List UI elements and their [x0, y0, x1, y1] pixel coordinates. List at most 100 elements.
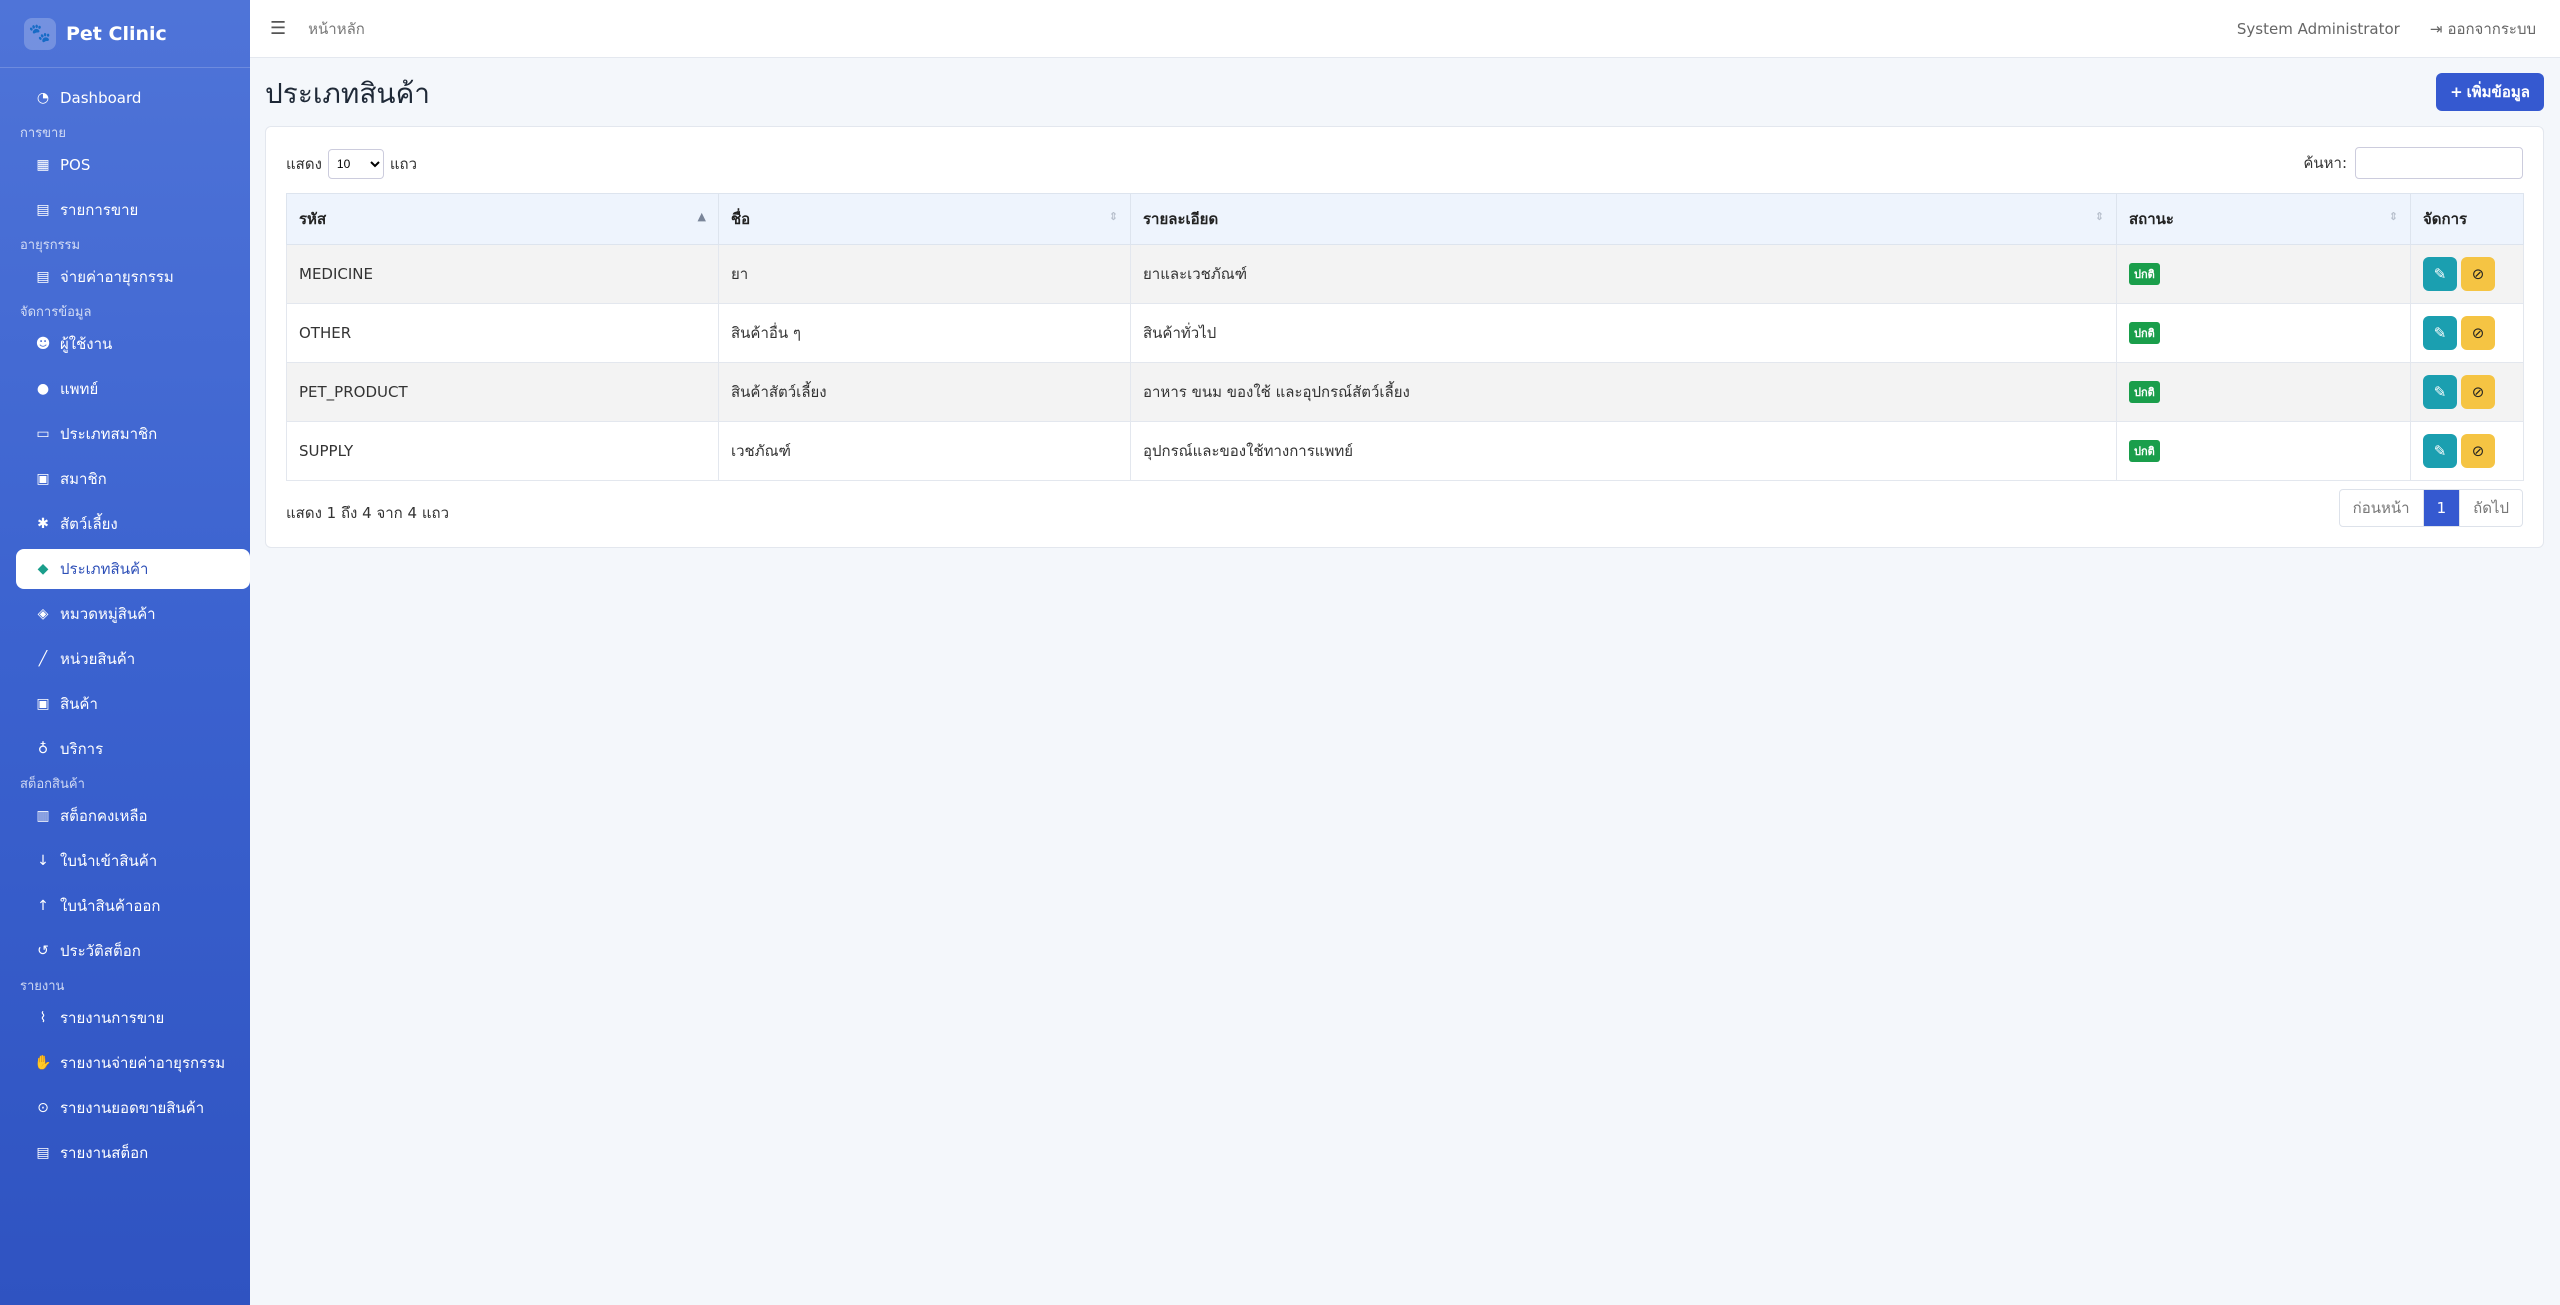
- sidebar-item-label: สินค้า: [60, 695, 98, 713]
- ban-icon: ⊘: [2471, 383, 2485, 401]
- edit-button[interactable]: ✎: [2423, 434, 2457, 468]
- table-row: SUPPLY เวชภัณฑ์ อุปกรณ์และของใช้ทางการแพ…: [286, 421, 2524, 481]
- sidebar-item-label: รายงานจ่ายค่าอายุรกรรม: [60, 1054, 226, 1072]
- sidebar-item-stock-history[interactable]: ↺ ประวัติสต็อก: [16, 931, 250, 971]
- plus-icon: +: [2450, 83, 2463, 101]
- edit-button[interactable]: ✎: [2423, 316, 2457, 350]
- sidebar-item-label: สมาชิก: [60, 470, 107, 488]
- col-name[interactable]: ชื่อ ⇕: [718, 193, 1131, 245]
- edit-button[interactable]: ✎: [2423, 375, 2457, 409]
- history-icon: ↺: [37, 943, 49, 959]
- stethoscope-icon: ♁: [37, 741, 49, 757]
- sidebar-item-users[interactable]: ☻ ผู้ใช้งาน: [16, 324, 250, 364]
- brand-name: Pet Clinic: [66, 22, 167, 45]
- sidebar-item-label: จ่ายค่าอายุรกรรม: [60, 268, 174, 286]
- cell-status: ปกติ: [2116, 362, 2411, 422]
- sidebar-item-doctors[interactable]: ● แพทย์: [16, 369, 250, 409]
- col-detail[interactable]: รายละเอียด ⇕: [1130, 193, 2117, 245]
- user-name[interactable]: System Administrator: [2237, 20, 2400, 38]
- sidebar-item-report-fee[interactable]: ✋ รายงานจ่ายค่าอายุรกรรม: [16, 1043, 250, 1083]
- disable-button[interactable]: ⊘: [2461, 375, 2495, 409]
- sidebar-item-label: บริการ: [60, 740, 104, 758]
- sidebar-item-product-types[interactable]: ◆ ประเภทสินค้า: [16, 549, 250, 589]
- search-input[interactable]: [2355, 147, 2523, 179]
- cell-detail: ยาและเวชภัณฑ์: [1130, 244, 2117, 304]
- ban-icon: ⊘: [2471, 265, 2485, 283]
- sidebar-item-pets[interactable]: ✱ สัตว์เลี้ยง: [16, 504, 250, 544]
- sidebar-item-label: ประเภทสมาชิก: [60, 425, 158, 443]
- sidebar-item-label: สัตว์เลี้ยง: [60, 515, 118, 533]
- sidebar-item-pos[interactable]: ▦ POS: [16, 145, 250, 185]
- page-length: แสดง 10 แถว: [286, 149, 417, 179]
- sidebar-item-stock-out[interactable]: ↑ ใบนำสินค้าออก: [16, 886, 250, 926]
- sidebar-item-pay-fee[interactable]: ▤ จ่ายค่าอายุรกรรม: [16, 257, 250, 297]
- paw-icon: ✱: [37, 516, 49, 532]
- edit-button[interactable]: ✎: [2423, 257, 2457, 291]
- search-label: ค้นหา:: [2303, 154, 2347, 172]
- clipboard-icon: ▤: [36, 1145, 50, 1161]
- add-button[interactable]: + เพิ่มข้อมูล: [2436, 73, 2544, 111]
- sidebar-item-product-units[interactable]: ╱ หน่วยสินค้า: [16, 639, 250, 679]
- sidebar-item-label: สต็อกคงเหลือ: [60, 807, 148, 825]
- table-row: PET_PRODUCT สินค้าสัตว์เลี้ยง อาหาร ขนม …: [286, 362, 2524, 422]
- home-link[interactable]: หน้าหลัก: [308, 17, 365, 41]
- disable-button[interactable]: ⊘: [2461, 434, 2495, 468]
- nav-section-stock: สต็อกสินค้า: [20, 777, 85, 792]
- sidebar-item-products[interactable]: ▣ สินค้า: [16, 684, 250, 724]
- sidebar-item-services[interactable]: ♁ บริการ: [16, 729, 250, 769]
- nav-section-fee: อายุรกรรม: [20, 238, 81, 253]
- edit-icon: ✎: [2433, 265, 2447, 283]
- table-header-row: รหัส ▲ ชื่อ ⇕ รายละเอียด ⇕ สถานะ ⇕ จัดการ: [286, 193, 2524, 245]
- rows-label: แถว: [389, 155, 418, 173]
- invoice-icon: ▤: [36, 269, 50, 285]
- search-box: ค้นหา:: [2303, 147, 2523, 179]
- col-code[interactable]: รหัส ▲: [286, 193, 719, 245]
- topbar-right: System Administrator ⇥ ออกจากระบบ: [2237, 17, 2560, 41]
- sidebar-item-sales-list[interactable]: ▤ รายการขาย: [16, 190, 250, 230]
- table-info: แสดง 1 ถึง 4 จาก 4 แถว: [286, 504, 450, 522]
- receipt-icon: ▤: [36, 202, 50, 218]
- sidebar-item-stock-in[interactable]: ↓ ใบนำเข้าสินค้า: [16, 841, 250, 881]
- sidebar-item-report-stock[interactable]: ▤ รายงานสต็อก: [16, 1133, 250, 1173]
- sidebar-item-members[interactable]: ▣ สมาชิก: [16, 459, 250, 499]
- cell-actions: ✎ ⊘: [2410, 244, 2524, 304]
- edit-icon: ✎: [2433, 442, 2447, 460]
- disable-button[interactable]: ⊘: [2461, 316, 2495, 350]
- pager-next[interactable]: ถัดไป: [2460, 490, 2522, 526]
- sidebar-item-dashboard[interactable]: ◔ Dashboard: [16, 78, 250, 118]
- col-name-label: ชื่อ: [731, 210, 751, 228]
- cell-name: สินค้าอื่น ๆ: [718, 303, 1131, 363]
- tags-icon: ◆: [37, 561, 49, 577]
- disable-button[interactable]: ⊘: [2461, 257, 2495, 291]
- brand[interactable]: 🐾 Pet Clinic: [0, 0, 250, 68]
- logout-button[interactable]: ⇥ ออกจากระบบ: [2430, 17, 2536, 41]
- pager-prev[interactable]: ก่อนหน้า: [2340, 490, 2424, 526]
- sidebar-item-label: หน่วยสินค้า: [60, 650, 136, 668]
- ban-icon: ⊘: [2471, 324, 2485, 342]
- sidebar-item-product-categories[interactable]: ◈ หมวดหมู่สินค้า: [16, 594, 250, 634]
- sidebar: 🐾 Pet Clinic ◔ Dashboard การขาย ▦ POS ▤ ราย…: [0, 0, 250, 1305]
- paw-icon: 🐾: [24, 17, 56, 50]
- col-status-label: สถานะ: [2129, 210, 2174, 228]
- status-badge: ปกติ: [2129, 263, 2160, 285]
- table-row: OTHER สินค้าอื่น ๆ สินค้าทั่วไป ปกติ ✎ ⊘: [286, 303, 2524, 363]
- status-badge: ปกติ: [2129, 381, 2160, 403]
- sidebar-item-report-top[interactable]: ⊙ รายงานยอดขายสินค้า: [16, 1088, 250, 1128]
- gauge-icon: ◔: [36, 90, 50, 106]
- sidebar-item-stock-left[interactable]: ▥ สต็อกคงเหลือ: [16, 796, 250, 836]
- sidebar-item-member-types[interactable]: ▭ ประเภทสมาชิก: [16, 414, 250, 454]
- sort-icon: ⇕: [2094, 210, 2104, 223]
- pager-current[interactable]: 1: [2423, 490, 2461, 526]
- status-badge: ปกติ: [2129, 440, 2160, 462]
- cell-code: MEDICINE: [286, 244, 719, 304]
- logout-label: ออกจากระบบ: [2447, 19, 2536, 38]
- col-status[interactable]: สถานะ ⇕: [2116, 193, 2411, 245]
- cell-actions: ✎ ⊘: [2410, 421, 2524, 481]
- sidebar-item-label: หมวดหมู่สินค้า: [60, 605, 156, 623]
- page-length-select[interactable]: 10: [327, 149, 384, 179]
- menu-toggle-icon[interactable]: ☰: [270, 18, 286, 39]
- cell-name: ยา: [718, 244, 1131, 304]
- sidebar-item-report-sales[interactable]: ⌇ รายงานการขาย: [16, 998, 250, 1038]
- doctor-icon: ●: [36, 381, 50, 397]
- edit-icon: ✎: [2433, 324, 2447, 342]
